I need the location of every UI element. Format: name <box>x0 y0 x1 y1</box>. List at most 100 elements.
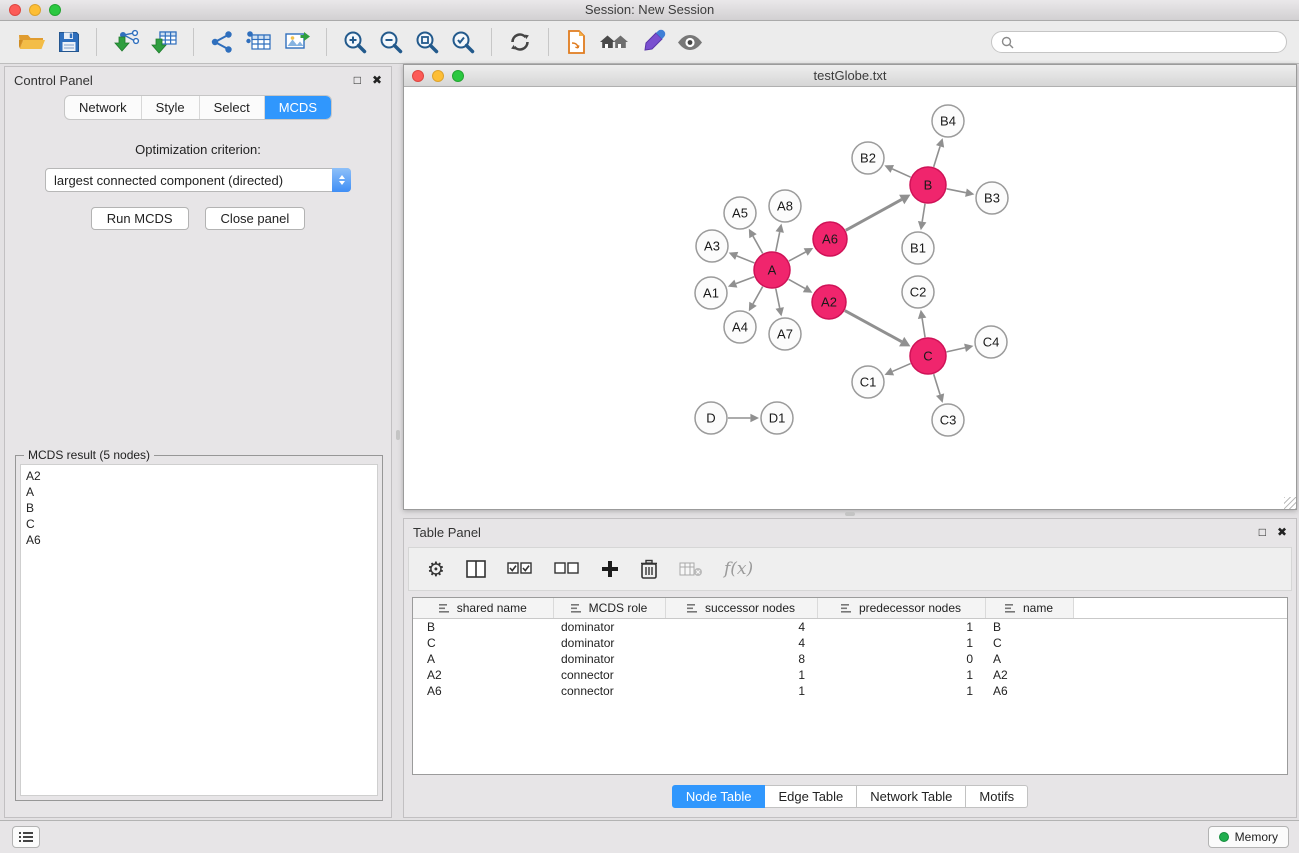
search-input[interactable] <box>1020 35 1277 49</box>
tab-node-table[interactable]: Node Table <box>672 785 766 808</box>
graph-edge-C-C3[interactable] <box>934 374 940 394</box>
zoom-out-button[interactable] <box>373 24 409 60</box>
new-network-button[interactable] <box>204 24 240 60</box>
close-panel-icon[interactable]: ✖ <box>372 74 382 86</box>
graph-edge-A-A4[interactable] <box>753 287 763 304</box>
graph-node-A3[interactable]: A3 <box>696 230 728 262</box>
minimize-network-icon[interactable] <box>432 70 444 82</box>
graph-node-B1[interactable]: B1 <box>902 232 934 264</box>
graph-edge-A-A2[interactable] <box>789 279 805 288</box>
run-mcds-button[interactable]: Run MCDS <box>91 207 189 230</box>
graph-node-A4[interactable]: A4 <box>724 311 756 343</box>
network-table-button[interactable] <box>240 24 278 60</box>
graph-edge-B-B3[interactable] <box>947 189 966 193</box>
graph-edge-A-A8[interactable] <box>776 232 780 251</box>
show-columns-button[interactable] <box>466 560 486 578</box>
graph-edge-A-A1[interactable] <box>736 277 754 284</box>
float-panel-icon[interactable]: □ <box>1259 526 1266 538</box>
graph-edge-C-C4[interactable] <box>947 348 965 352</box>
save-session-button[interactable] <box>52 24 86 60</box>
home-button[interactable] <box>593 24 635 60</box>
graph-node-A8[interactable]: A8 <box>769 190 801 222</box>
show-hide-button[interactable] <box>671 24 709 60</box>
import-table-button[interactable] <box>145 24 183 60</box>
graph-node-C2[interactable]: C2 <box>902 276 934 308</box>
search-field[interactable] <box>991 31 1287 53</box>
mcds-result-list[interactable]: A2ABCA6 <box>20 464 378 796</box>
graph-edge-B-B2[interactable] <box>892 169 910 177</box>
close-window-icon[interactable] <box>9 4 21 16</box>
close-panel-icon[interactable]: ✖ <box>1277 526 1287 538</box>
table-row[interactable]: Adominator80A <box>413 651 1287 667</box>
graph-node-A5[interactable]: A5 <box>724 197 756 229</box>
table-row[interactable]: Bdominator41B <box>413 619 1287 636</box>
graph-node-B3[interactable]: B3 <box>976 182 1008 214</box>
mcds-result-item[interactable]: B <box>26 500 372 516</box>
import-network-button[interactable] <box>107 24 145 60</box>
graph-node-B4[interactable]: B4 <box>932 105 964 137</box>
graph-node-B2[interactable]: B2 <box>852 142 884 174</box>
graph-node-C1[interactable]: C1 <box>852 366 884 398</box>
graph-edge-A2-C[interactable] <box>845 311 902 342</box>
table-row[interactable]: A6connector11A6 <box>413 683 1287 699</box>
splitter-handle[interactable] <box>845 512 855 516</box>
refresh-layout-button[interactable] <box>502 24 538 60</box>
tab-select[interactable]: Select <box>200 96 265 119</box>
column-header-name[interactable]: name <box>985 598 1073 619</box>
delete-table-button[interactable] <box>679 561 703 577</box>
graph-edge-C-C1[interactable] <box>892 364 910 372</box>
mcds-result-item[interactable]: A6 <box>26 532 372 548</box>
graph-node-A[interactable]: A <box>754 252 790 288</box>
column-header-shared-name[interactable]: shared name <box>413 598 553 619</box>
close-network-icon[interactable] <box>412 70 424 82</box>
graph-node-C4[interactable]: C4 <box>975 326 1007 358</box>
zoom-network-icon[interactable] <box>452 70 464 82</box>
export-image-button[interactable] <box>278 24 316 60</box>
tab-network[interactable]: Network <box>65 96 142 119</box>
graph-node-A1[interactable]: A1 <box>695 277 727 309</box>
memory-button[interactable]: Memory <box>1208 826 1289 848</box>
close-panel-button[interactable]: Close panel <box>205 207 306 230</box>
zoom-fit-button[interactable] <box>409 24 445 60</box>
mcds-result-item[interactable]: A <box>26 484 372 500</box>
tab-mcds[interactable]: MCDS <box>265 96 331 119</box>
function-builder-button[interactable]: f(x) <box>724 559 753 579</box>
delete-column-button[interactable] <box>640 559 658 579</box>
graph-edge-A6-B[interactable] <box>846 199 902 230</box>
graph-edge-B-B1[interactable] <box>922 204 925 222</box>
mcds-result-item[interactable]: C <box>26 516 372 532</box>
resize-grip-icon[interactable] <box>1284 497 1296 509</box>
graph-edge-C-C2[interactable] <box>922 318 925 337</box>
graph-edge-A-A7[interactable] <box>776 289 780 308</box>
attribute-table[interactable]: shared nameMCDS rolesuccessor nodesprede… <box>413 598 1287 699</box>
graph-node-D1[interactable]: D1 <box>761 402 793 434</box>
paint-button[interactable] <box>635 24 671 60</box>
graph-node-C3[interactable]: C3 <box>932 404 964 436</box>
column-header-successor-nodes[interactable]: successor nodes <box>665 598 817 619</box>
table-row[interactable]: Cdominator41C <box>413 635 1287 651</box>
graph-edge-A-A6[interactable] <box>789 252 806 261</box>
graph-edge-A-A5[interactable] <box>753 236 763 253</box>
graph-node-B[interactable]: B <box>910 167 946 203</box>
deselect-all-button[interactable] <box>554 562 580 576</box>
tab-edge-table[interactable]: Edge Table <box>765 785 857 808</box>
open-document-button[interactable] <box>559 24 593 60</box>
graph-edge-A-A3[interactable] <box>737 256 755 263</box>
mcds-result-item[interactable]: A2 <box>26 468 372 484</box>
tab-motifs[interactable]: Motifs <box>966 785 1028 808</box>
graph-node-D[interactable]: D <box>695 402 727 434</box>
float-panel-icon[interactable]: □ <box>354 74 361 86</box>
zoom-in-button[interactable] <box>337 24 373 60</box>
table-settings-button[interactable]: ⚙ <box>427 559 445 579</box>
graph-node-A6[interactable]: A6 <box>813 222 847 256</box>
zoom-selected-button[interactable] <box>445 24 481 60</box>
add-column-button[interactable] <box>601 560 619 578</box>
open-file-button[interactable] <box>12 24 52 60</box>
column-header-predecessor-nodes[interactable]: predecessor nodes <box>817 598 985 619</box>
graph-node-C[interactable]: C <box>910 338 946 374</box>
graph-edge-B-B4[interactable] <box>934 146 940 166</box>
graph-node-A7[interactable]: A7 <box>769 318 801 350</box>
optimization-criterion-dropdown[interactable]: largest connected component (directed) <box>45 168 351 192</box>
tab-network-table[interactable]: Network Table <box>857 785 966 808</box>
select-all-button[interactable] <box>507 562 533 576</box>
